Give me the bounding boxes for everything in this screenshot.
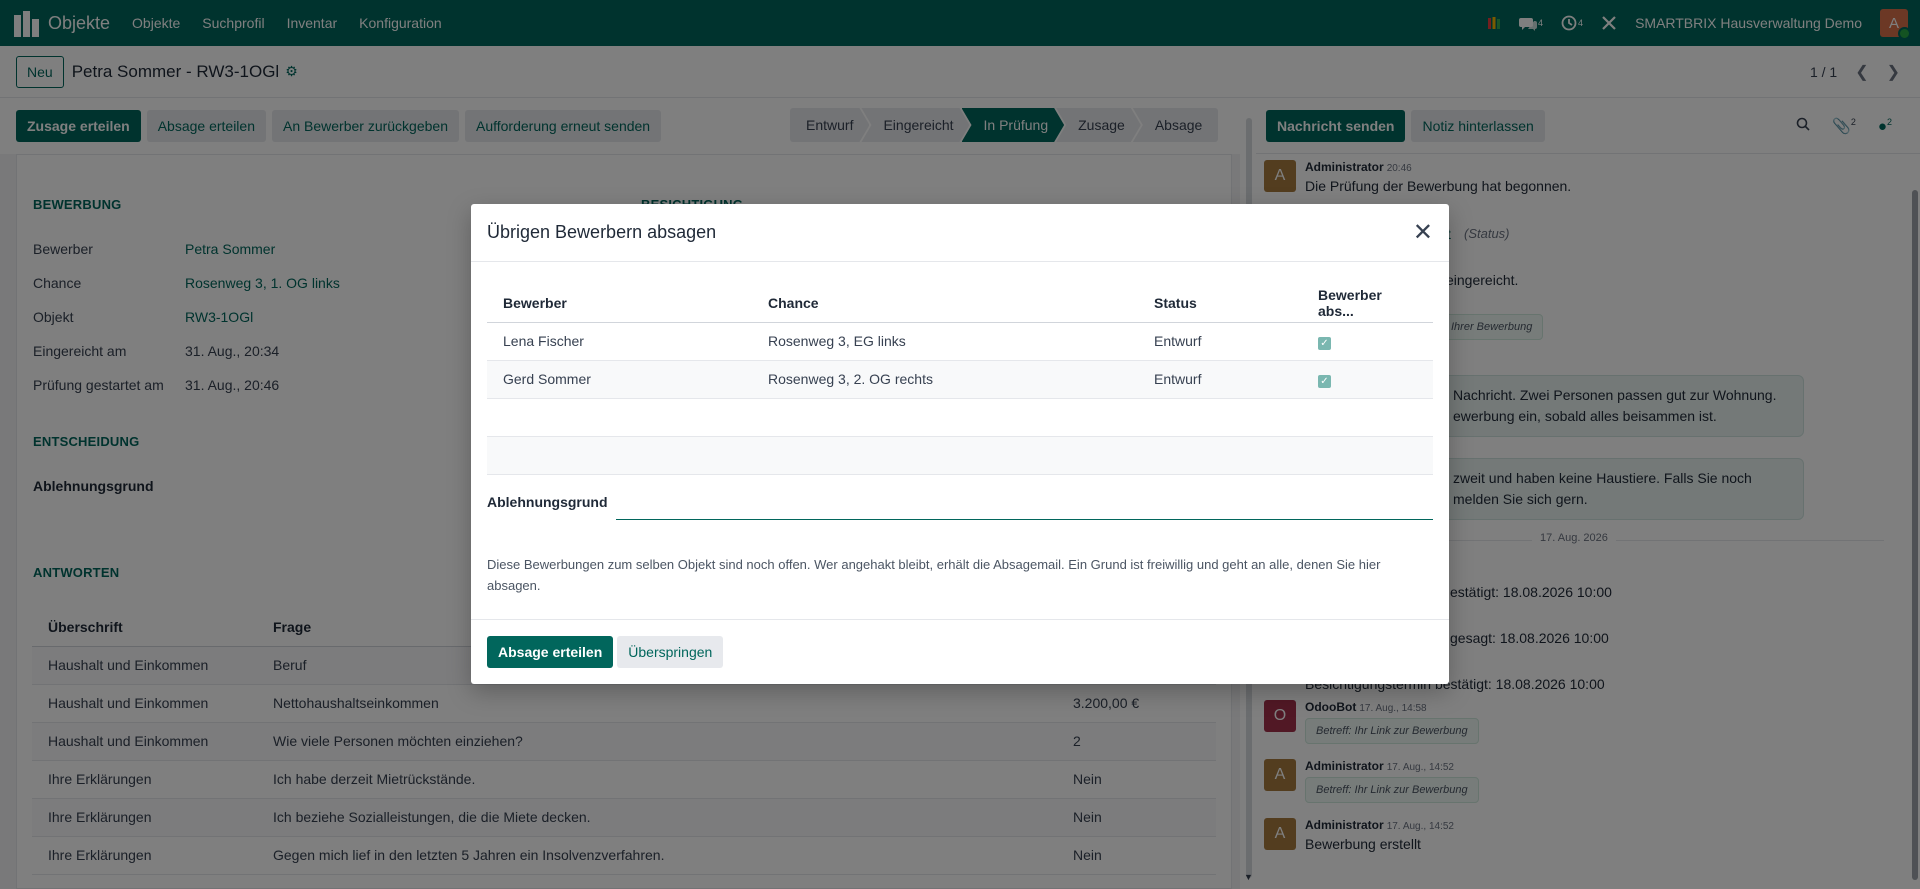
reason-label: Ablehnungsgrund: [487, 494, 608, 510]
empty-row: [487, 398, 1433, 437]
modal-header: Übrigen Bewerbern absagen ✕: [471, 204, 1449, 262]
col-chance[interactable]: Chance: [752, 284, 1138, 323]
applicant-chance: Rosenweg 3, 2. OG rechts: [752, 360, 1138, 399]
reject-cell: ✓: [1302, 322, 1433, 361]
col-status[interactable]: Status: [1138, 284, 1302, 323]
empty-cell: [487, 398, 1433, 437]
applicants-table: Bewerber Chance Status Bewerber abs... L…: [487, 284, 1433, 475]
modal-help-text: Diese Bewerbungen zum selben Objekt sind…: [487, 557, 1381, 593]
col-bewerber[interactable]: Bewerber: [487, 284, 752, 323]
applicant-status: Entwurf: [1138, 360, 1302, 399]
applicant-status: Entwurf: [1138, 322, 1302, 361]
applicant-name: Gerd Sommer: [487, 360, 752, 399]
modal-title: Übrigen Bewerbern absagen: [487, 222, 717, 242]
close-icon[interactable]: ✕: [1413, 220, 1433, 245]
applicant-name: Lena Fischer: [487, 322, 752, 361]
empty-cell: [487, 436, 1433, 475]
modal-footer: Absage erteilen Überspringen: [471, 619, 1449, 684]
reject-checkbox[interactable]: ✓: [1318, 336, 1331, 350]
col-reject[interactable]: Bewerber abs...: [1302, 284, 1433, 323]
table-row[interactable]: Gerd Sommer Rosenweg 3, 2. OG rechts Ent…: [487, 360, 1433, 399]
applicant-chance: Rosenweg 3, EG links: [752, 322, 1138, 361]
skip-button[interactable]: Überspringen: [617, 636, 724, 668]
reject-cell: ✓: [1302, 360, 1433, 399]
table-row[interactable]: Lena Fischer Rosenweg 3, EG links Entwur…: [487, 322, 1433, 361]
reason-input[interactable]: [616, 486, 1433, 520]
reject-others-dialog: Übrigen Bewerbern absagen ✕ Bewerber Cha…: [471, 204, 1449, 684]
empty-row: [487, 436, 1433, 475]
reject-checkbox[interactable]: ✓: [1318, 374, 1331, 388]
confirm-reject-button[interactable]: Absage erteilen: [487, 636, 614, 668]
